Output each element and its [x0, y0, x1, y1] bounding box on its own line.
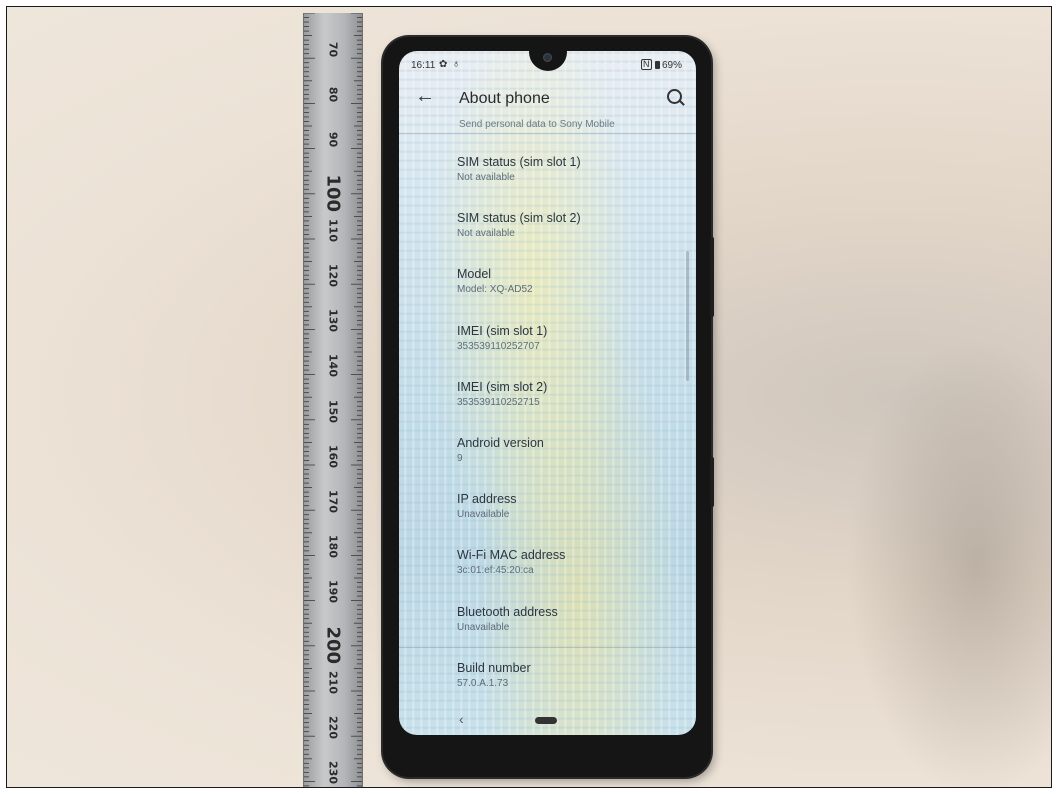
list-item-title: Android version	[457, 436, 544, 450]
list-item[interactable]: Model Model: XQ-AD52	[457, 267, 677, 295]
list-item-value: 57.0.A.1.73	[457, 677, 509, 689]
list-item[interactable]: IP address Unavailable	[457, 492, 677, 520]
list-item[interactable]: Android version 9	[457, 436, 677, 464]
list-item-title: IMEI (sim slot 1)	[457, 323, 548, 338]
list-item[interactable]: IMEI (sim slot 2) 353539110252715	[457, 380, 677, 408]
list-item-value: Not available	[457, 228, 515, 240]
divider	[399, 133, 696, 134]
page-title: About phone	[459, 90, 550, 107]
status-bar: 16:11 ✿ ♁ N 69%	[399, 51, 696, 79]
list-item-value: 353539110252715	[457, 396, 540, 408]
list-item-title: IP address	[457, 492, 517, 507]
gear-icon: ✿	[439, 59, 448, 70]
list-item-value: 353539110252707	[457, 340, 540, 352]
nav-back-button[interactable]: ‹	[459, 711, 464, 727]
ruler-number: 190	[326, 580, 340, 604]
ruler-number: 230	[326, 761, 340, 785]
list-item[interactable]: SIM status (sim slot 1) Not available	[457, 155, 677, 183]
battery-percent: 69%	[662, 60, 683, 71]
ruler-number: 200	[322, 626, 344, 664]
status-time: 16:11	[411, 60, 436, 71]
list-item-value: Unavailable	[457, 621, 510, 633]
ruler-number: 180	[326, 535, 340, 559]
ruler-number: 100	[322, 174, 344, 212]
steel-ruler: 70 80 90 100 110 120 130 140 150 160 170 180 190 200 2…	[303, 13, 363, 787]
list-item[interactable]: Wi-Fi MAC address 3c:01:ef:45:20:ca	[457, 548, 677, 576]
list-item-title: Model	[457, 267, 492, 282]
list-item-value: Model: XQ-AD52	[457, 284, 533, 296]
ruler-number: 160	[326, 444, 340, 468]
ruler-number: 150	[326, 399, 340, 423]
list-item[interactable]: IMEI (sim slot 1) 353539110252707	[457, 324, 677, 352]
photo: 70 80 90 100 110 120 130 140 150 160 170 180 190 200 2…	[6, 6, 1052, 788]
search-icon[interactable]	[667, 89, 682, 104]
list-item-value: Unavailable	[457, 509, 510, 521]
battery-indicator: 69%	[655, 60, 682, 71]
list-item[interactable]: SIM status (sim slot 2) Not available	[457, 211, 677, 239]
list-item-title: SIM status (sim slot 2)	[457, 211, 581, 226]
scrollbar[interactable]	[686, 251, 689, 381]
phone: 16:11 ✿ ♁ N 69% ← About phone Send perso…	[383, 37, 714, 777]
nfc-icon: N	[641, 59, 652, 70]
ruler-number: 210	[326, 670, 340, 694]
ruler-number: 70	[326, 41, 340, 58]
ruler-number: 110	[326, 218, 340, 242]
ruler-ticks-left	[304, 13, 315, 787]
list-item[interactable]: Build number 57.0.A.1.73	[457, 661, 677, 689]
table-shadow	[847, 337, 1051, 787]
phone-volume-button	[710, 237, 714, 317]
ruler-number: 130	[326, 309, 340, 333]
ruler-number: 140	[326, 354, 340, 378]
ruler-number: 80	[326, 87, 340, 103]
list-item[interactable]: Bluetooth address Unavailable	[457, 605, 677, 633]
list-item-title: SIM status (sim slot 1)	[457, 155, 581, 169]
ruler-number: 170	[326, 490, 340, 513]
list-item-title: Build number	[457, 660, 531, 675]
divider	[399, 646, 696, 648]
navigation-bar: ‹	[399, 705, 696, 735]
nav-home-pill[interactable]	[535, 717, 557, 724]
ruler-number: 120	[326, 264, 340, 287]
battery-icon	[655, 61, 660, 69]
ruler-ticks-right	[351, 13, 362, 787]
list-item-title: Wi-Fi MAC address	[457, 548, 566, 563]
list-item-value: Not available	[457, 172, 515, 183]
list-item-value: 9	[457, 453, 463, 464]
phone-screen: 16:11 ✿ ♁ N 69% ← About phone Send perso…	[399, 51, 696, 735]
bulb-icon: ♁	[452, 58, 461, 70]
back-arrow-icon[interactable]: ←	[415, 85, 435, 108]
list-item-title: IMEI (sim slot 2)	[457, 379, 548, 394]
ruler-number: 220	[326, 716, 340, 739]
phone-power-button	[710, 457, 714, 507]
list-item-value: 3c:01:ef:45:20:ca	[457, 565, 534, 577]
ruler-number: 90	[326, 132, 340, 148]
app-bar: ← About phone	[399, 79, 696, 119]
list-item-title: Bluetooth address	[457, 604, 558, 619]
partial-list-item[interactable]: Send personal data to Sony Mobile	[459, 119, 615, 130]
